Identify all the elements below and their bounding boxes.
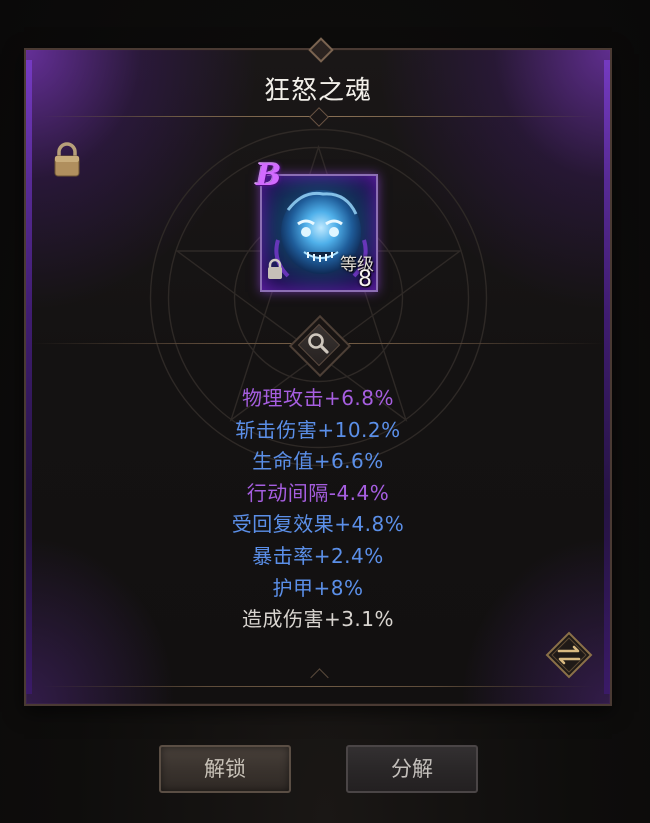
item-detail-panel: 狂怒之魂 B 等级 8 物理攻击+6.8% 斩击伤害+10.2% 生命值+6.6… <box>24 37 612 706</box>
stat-line: 护甲+8% <box>272 575 364 600</box>
item-slot[interactable]: B 等级 8 <box>256 158 378 292</box>
unlock-button[interactable]: 解锁 <box>159 745 291 793</box>
padlock-icon[interactable] <box>52 142 82 178</box>
stat-list: 物理攻击+6.8% 斩击伤害+10.2% 生命值+6.6% 行动间隔-4.4% … <box>26 383 610 636</box>
bottom-divider <box>42 686 594 687</box>
grade-badge: B <box>256 158 282 193</box>
stat-line: 生命值+6.6% <box>252 449 384 474</box>
bottom-ornament <box>310 668 329 687</box>
stat-line: 斩击伤害+10.2% <box>235 417 401 442</box>
stat-line: 造成伤害+3.1% <box>241 607 395 632</box>
stat-line: 行动间隔-4.4% <box>246 480 390 505</box>
decompose-button[interactable]: 分解 <box>346 745 478 793</box>
stat-line: 受回复效果+4.8% <box>231 512 405 537</box>
panel-title: 狂怒之魂 <box>263 76 372 106</box>
level-value: 8 <box>358 267 372 292</box>
title-notch-ornament <box>309 107 329 127</box>
item-padlock-icon <box>268 258 282 279</box>
stat-line: 暴击率+2.4% <box>252 543 384 568</box>
inspect-button[interactable] <box>288 314 352 378</box>
game-screen: 狂怒之魂 B 等级 8 物理攻击+6.8% 斩击伤害+10.2% 生命值+6.6… <box>0 0 650 823</box>
magnifier-icon <box>308 333 329 354</box>
title-bar: 狂怒之魂 <box>26 50 610 127</box>
swap-arrows-icon[interactable] <box>544 630 594 680</box>
stat-line: 物理攻击+6.8% <box>241 386 395 410</box>
